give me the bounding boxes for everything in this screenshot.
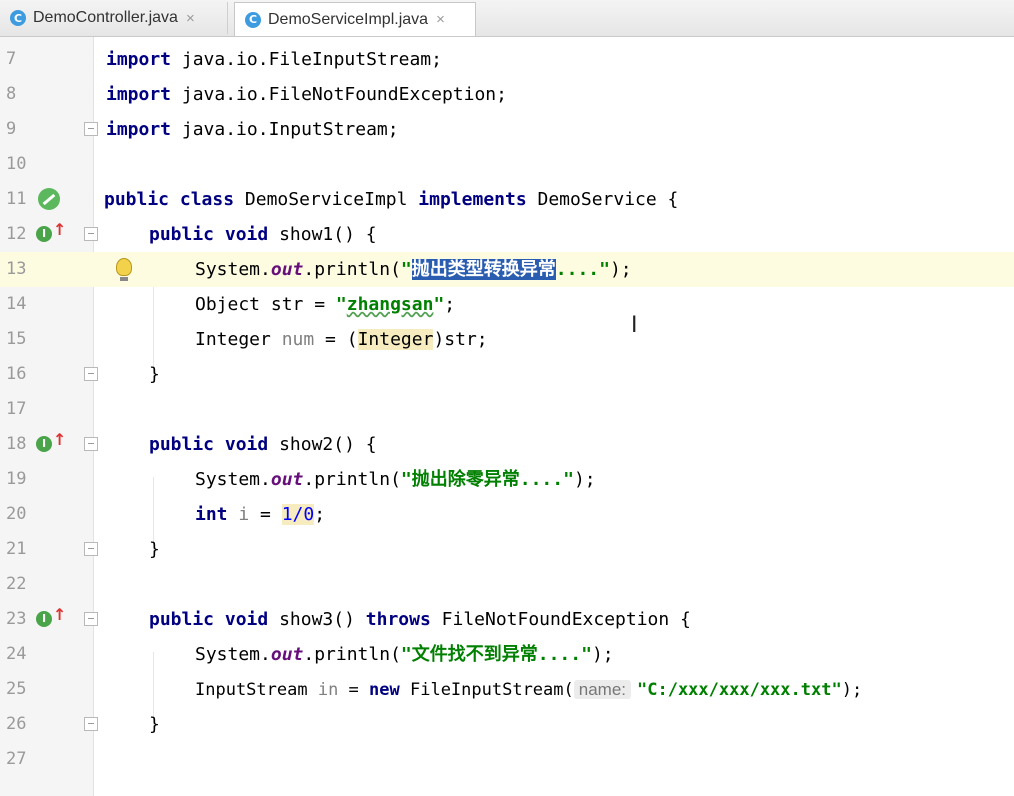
line-number: 24	[6, 644, 27, 664]
code-line: 12 I ↑ public void show1() {	[0, 217, 1014, 252]
line-number: 22	[6, 574, 27, 594]
code-line: 22	[0, 567, 1014, 602]
line-number: 11	[6, 189, 27, 209]
code-line: 7 import java.io.FileInputStream;	[0, 42, 1014, 77]
code-text[interactable]: InputStream in = new FileInputStream(nam…	[195, 672, 862, 707]
code-text[interactable]: public void show1() {	[149, 217, 377, 252]
class-c-icon: C	[10, 10, 26, 26]
fold-marker-icon[interactable]	[84, 437, 98, 451]
code-text[interactable]: Object str = "zhangsan";	[195, 287, 455, 322]
line-number: 9	[6, 119, 17, 139]
fold-marker-icon[interactable]	[84, 227, 98, 241]
code-text[interactable]: import java.io.FileNotFoundException;	[106, 77, 507, 112]
code-line: 18 I ↑ public void show2() {	[0, 427, 1014, 462]
tab-label: DemoServiceImpl.java	[268, 10, 429, 28]
fold-marker-icon[interactable]	[84, 122, 98, 136]
code-line: 16 }	[0, 357, 1014, 392]
line-number: 16	[6, 364, 27, 384]
implementation-icon[interactable]: I	[36, 436, 52, 452]
code-text[interactable]: System.out.println("抛出除零异常....");	[195, 462, 596, 497]
code-line: 9 import java.io.InputStream;	[0, 112, 1014, 147]
code-text[interactable]: System.out.println("文件找不到异常....");	[195, 637, 614, 672]
code-line: 8 import java.io.FileNotFoundException;	[0, 77, 1014, 112]
implementation-icon[interactable]: I	[36, 611, 52, 627]
line-number: 15	[6, 329, 27, 349]
editor-tab-bar: C DemoController.java × C DemoServiceImp…	[0, 0, 1014, 37]
code-line: 11 public class DemoServiceImpl implemen…	[0, 182, 1014, 217]
code-line: 21 }	[0, 532, 1014, 567]
override-arrow-icon[interactable]: ↑	[53, 430, 66, 449]
selected-text: 抛出类型转换异常	[411, 259, 556, 280]
line-number: 8	[6, 84, 17, 104]
code-line-current: 13 System.out.println("抛出类型转换异常....");	[0, 252, 1014, 287]
code-text[interactable]: int i = 1/0;	[195, 497, 325, 532]
line-number: 14	[6, 294, 27, 314]
code-text[interactable]: Integer num = (Integer)str;	[195, 322, 488, 357]
run-icon[interactable]	[38, 188, 60, 210]
fold-marker-icon[interactable]	[84, 717, 98, 731]
line-number: 13	[6, 259, 27, 279]
code-line: 14 Object str = "zhangsan";	[0, 287, 1014, 322]
line-number: 18	[6, 434, 27, 454]
line-number: 19	[6, 469, 27, 489]
code-line: 27	[0, 742, 1014, 777]
code-text[interactable]: }	[149, 532, 160, 567]
class-c-icon: C	[245, 11, 261, 28]
code-line: 17	[0, 392, 1014, 427]
code-line: 20 int i = 1/0;	[0, 497, 1014, 532]
implementation-icon[interactable]: I	[36, 226, 52, 242]
fold-marker-icon[interactable]	[84, 612, 98, 626]
override-arrow-icon[interactable]: ↑	[53, 605, 66, 624]
line-number: 21	[6, 539, 27, 559]
code-line: 19 System.out.println("抛出除零异常....");	[0, 462, 1014, 497]
fold-marker-icon[interactable]	[84, 367, 98, 381]
code-editor[interactable]: 7 import java.io.FileInputStream; 8 impo…	[0, 37, 1014, 796]
line-number: 12	[6, 224, 27, 244]
intention-bulb-icon[interactable]	[116, 258, 132, 281]
line-number: 27	[6, 749, 27, 769]
code-text[interactable]: public void show3() throws FileNotFoundE…	[149, 602, 691, 637]
code-line: 24 System.out.println("文件找不到异常....");	[0, 637, 1014, 672]
line-number: 10	[6, 154, 27, 174]
code-text[interactable]: }	[149, 357, 160, 392]
tab-demo-service-impl[interactable]: C DemoServiceImpl.java ×	[234, 2, 476, 36]
tab-label: DemoController.java	[33, 9, 178, 26]
line-number: 20	[6, 504, 27, 524]
text-cursor-icon: I	[631, 313, 638, 338]
code-line: 25 InputStream in = new FileInputStream(…	[0, 672, 1014, 707]
code-line: 26 }	[0, 707, 1014, 742]
code-text[interactable]: import java.io.InputStream;	[106, 112, 399, 147]
line-number: 23	[6, 609, 27, 629]
line-number: 17	[6, 399, 27, 419]
code-text[interactable]: System.out.println("抛出类型转换异常....");	[195, 252, 632, 287]
override-arrow-icon[interactable]: ↑	[53, 220, 66, 239]
code-text[interactable]: public class DemoServiceImpl implements …	[104, 182, 678, 217]
code-line: 10	[0, 147, 1014, 182]
close-tab-icon[interactable]: ×	[186, 10, 195, 27]
line-number: 25	[6, 679, 27, 699]
parameter-hint: name:	[573, 680, 631, 699]
fold-marker-icon[interactable]	[84, 542, 98, 556]
code-line: 23 I ↑ public void show3() throws FileNo…	[0, 602, 1014, 637]
line-number: 26	[6, 714, 27, 734]
code-text[interactable]: import java.io.FileInputStream;	[106, 42, 442, 77]
line-number: 7	[6, 49, 17, 69]
tab-demo-controller[interactable]: C DemoController.java ×	[0, 2, 228, 34]
code-text[interactable]: public void show2() {	[149, 427, 377, 462]
code-text[interactable]: }	[149, 707, 160, 742]
close-tab-icon[interactable]: ×	[436, 11, 445, 28]
code-line: 15 Integer num = (Integer)str;	[0, 322, 1014, 357]
